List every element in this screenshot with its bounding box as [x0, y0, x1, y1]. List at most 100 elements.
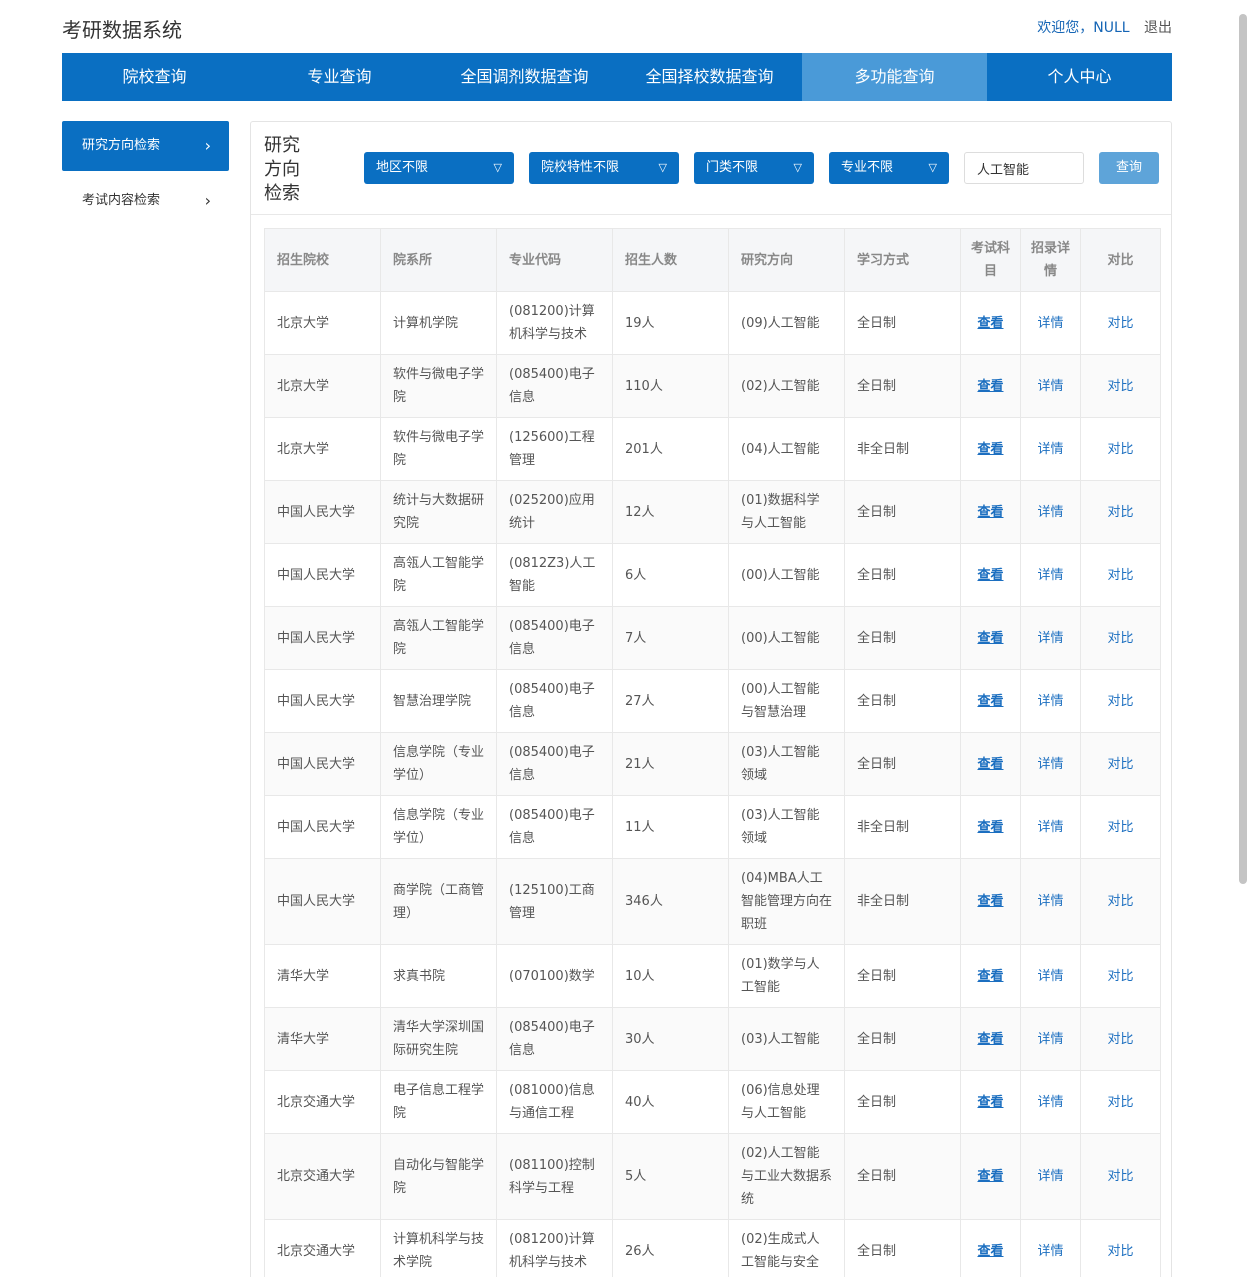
- exam-subjects-link[interactable]: 查看: [960, 480, 1021, 544]
- nav-item-0[interactable]: 院校查询: [62, 53, 247, 101]
- admission-detail-link[interactable]: 详情: [1020, 543, 1081, 607]
- exam-subjects-link[interactable]: 查看: [960, 1070, 1021, 1134]
- exam-subjects-link[interactable]: 查看: [960, 1219, 1021, 1277]
- school-type-select[interactable]: 院校特性不限 ▽: [529, 152, 679, 184]
- table-row: 北京交通大学 自动化与智能学院 (081100)控制科学与工程 5人 (02)人工智能与…: [264, 1133, 1161, 1220]
- compare-link[interactable]: 对比: [1080, 944, 1161, 1008]
- major-select[interactable]: 专业不限 ▽: [829, 152, 949, 184]
- exam-subjects-link[interactable]: 查看: [960, 606, 1021, 670]
- compare-link[interactable]: 对比: [1080, 858, 1161, 945]
- chevron-down-icon: ▽: [658, 161, 667, 174]
- cell-dept: 自动化与智能学院: [380, 1133, 497, 1220]
- compare-link[interactable]: 对比: [1080, 669, 1161, 733]
- exam-subjects-link[interactable]: 查看: [960, 417, 1021, 481]
- compare-link[interactable]: 对比: [1080, 291, 1161, 355]
- cell-code: (085400)电子信息: [496, 795, 613, 859]
- nav-item-1[interactable]: 专业查询: [247, 53, 432, 101]
- nav-item-4[interactable]: 多功能查询: [802, 53, 987, 101]
- compare-link[interactable]: 对比: [1080, 543, 1161, 607]
- column-header: 学习方式: [844, 228, 961, 292]
- region-select[interactable]: 地区不限 ▽: [364, 152, 514, 184]
- admission-detail-link[interactable]: 详情: [1020, 1219, 1081, 1277]
- cell-count: 19人: [612, 291, 729, 355]
- cell-dept: 计算机学院: [380, 291, 497, 355]
- exam-subjects-link[interactable]: 查看: [960, 732, 1021, 796]
- table-row: 北京大学 软件与微电子学院 (085400)电子信息 110人 (02)人工智能 全日制查…: [264, 354, 1161, 418]
- compare-link[interactable]: 对比: [1080, 1007, 1161, 1071]
- compare-link[interactable]: 对比: [1080, 1070, 1161, 1134]
- admission-detail-link[interactable]: 详情: [1020, 944, 1081, 1008]
- exam-subjects-link[interactable]: 查看: [960, 944, 1021, 1008]
- nav-item-5[interactable]: 个人中心: [987, 53, 1172, 101]
- cell-direction: (01)数据科学与人工智能: [728, 480, 845, 544]
- exam-subjects-link[interactable]: 查看: [960, 669, 1021, 733]
- nav-item-2[interactable]: 全国调剂数据查询: [432, 53, 617, 101]
- chevron-right-icon: ›: [204, 136, 211, 155]
- chevron-right-icon: ›: [204, 191, 211, 210]
- exam-subjects-link[interactable]: 查看: [960, 795, 1021, 859]
- cell-mode: 全日制: [844, 1133, 961, 1220]
- table-row: 中国人民大学 信息学院（专业学位） (085400)电子信息 21人 (03)人工智能领…: [264, 732, 1161, 796]
- table-row: 中国人民大学 智慧治理学院 (085400)电子信息 27人 (00)人工智能与智慧治理…: [264, 669, 1161, 733]
- sidebar-item-1[interactable]: 考试内容检索 ›: [62, 176, 229, 226]
- column-header: 招录详情: [1020, 228, 1081, 292]
- cell-code: (085400)电子信息: [496, 606, 613, 670]
- nav-item-3[interactable]: 全国择校数据查询: [617, 53, 802, 101]
- exam-subjects-link[interactable]: 查看: [960, 858, 1021, 945]
- table-row: 清华大学 清华大学深圳国际研究生院 (085400)电子信息 30人 (03)人工智能全…: [264, 1007, 1161, 1071]
- cell-count: 27人: [612, 669, 729, 733]
- admission-detail-link[interactable]: 详情: [1020, 1070, 1081, 1134]
- keyword-input[interactable]: [964, 152, 1084, 184]
- cell-direction: (02)人工智能与工业大数据系统: [728, 1133, 845, 1220]
- table-header-row: 招生院校 院系所 专业代码 招生人数 研究方向 学习方式 考试科目 招录详情 对比: [264, 228, 1161, 292]
- compare-link[interactable]: 对比: [1080, 1133, 1161, 1220]
- query-button[interactable]: 查询: [1099, 152, 1159, 184]
- logout-link[interactable]: 退出: [1144, 20, 1172, 36]
- admission-detail-link[interactable]: 详情: [1020, 606, 1081, 670]
- cell-dept: 智慧治理学院: [380, 669, 497, 733]
- chevron-down-icon: ▽: [493, 161, 502, 174]
- compare-link[interactable]: 对比: [1080, 1219, 1161, 1277]
- admission-detail-link[interactable]: 详情: [1020, 1007, 1081, 1071]
- column-header: 院系所: [380, 228, 497, 292]
- admission-detail-link[interactable]: 详情: [1020, 480, 1081, 544]
- compare-link[interactable]: 对比: [1080, 354, 1161, 418]
- admission-detail-link[interactable]: 详情: [1020, 858, 1081, 945]
- admission-detail-link[interactable]: 详情: [1020, 669, 1081, 733]
- exam-subjects-link[interactable]: 查看: [960, 291, 1021, 355]
- cell-dept: 高瓴人工智能学院: [380, 606, 497, 670]
- cell-direction: (04)人工智能: [728, 417, 845, 481]
- admission-detail-link[interactable]: 详情: [1020, 417, 1081, 481]
- cell-direction: (00)人工智能与智慧治理: [728, 669, 845, 733]
- cell-school: 中国人民大学: [264, 669, 381, 733]
- admission-detail-link[interactable]: 详情: [1020, 354, 1081, 418]
- page-scrollbar[interactable]: [1239, 14, 1247, 884]
- cell-count: 110人: [612, 354, 729, 418]
- exam-subjects-link[interactable]: 查看: [960, 354, 1021, 418]
- exam-subjects-link[interactable]: 查看: [960, 543, 1021, 607]
- cell-count: 346人: [612, 858, 729, 945]
- cell-mode: 非全日制: [844, 417, 961, 481]
- compare-link[interactable]: 对比: [1080, 732, 1161, 796]
- cell-dept: 软件与微电子学院: [380, 417, 497, 481]
- cell-dept: 软件与微电子学院: [380, 354, 497, 418]
- cell-code: (085400)电子信息: [496, 1007, 613, 1071]
- sidebar-item-0[interactable]: 研究方向检索 ›: [62, 121, 229, 171]
- compare-link[interactable]: 对比: [1080, 417, 1161, 481]
- table-row: 清华大学 求真书院 (070100)数学 10人 (01)数学与人工智能 全日制 查看 详情对…: [264, 944, 1161, 1008]
- admission-detail-link[interactable]: 详情: [1020, 291, 1081, 355]
- compare-link[interactable]: 对比: [1080, 480, 1161, 544]
- compare-link[interactable]: 对比: [1080, 606, 1161, 670]
- exam-subjects-link[interactable]: 查看: [960, 1007, 1021, 1071]
- compare-link[interactable]: 对比: [1080, 795, 1161, 859]
- admission-detail-link[interactable]: 详情: [1020, 1133, 1081, 1220]
- cell-mode: 全日制: [844, 480, 961, 544]
- cell-count: 21人: [612, 732, 729, 796]
- exam-subjects-link[interactable]: 查看: [960, 1133, 1021, 1220]
- category-select[interactable]: 门类不限 ▽: [694, 152, 814, 184]
- table-row: 北京交通大学 计算机科学与技术学院 (081200)计算机科学与技术 26人 (02)生…: [264, 1219, 1161, 1277]
- admission-detail-link[interactable]: 详情: [1020, 732, 1081, 796]
- cell-school: 北京大学: [264, 291, 381, 355]
- admission-detail-link[interactable]: 详情: [1020, 795, 1081, 859]
- table-row: 中国人民大学 统计与大数据研究院 (025200)应用统计 12人 (01)数据科学与人…: [264, 480, 1161, 544]
